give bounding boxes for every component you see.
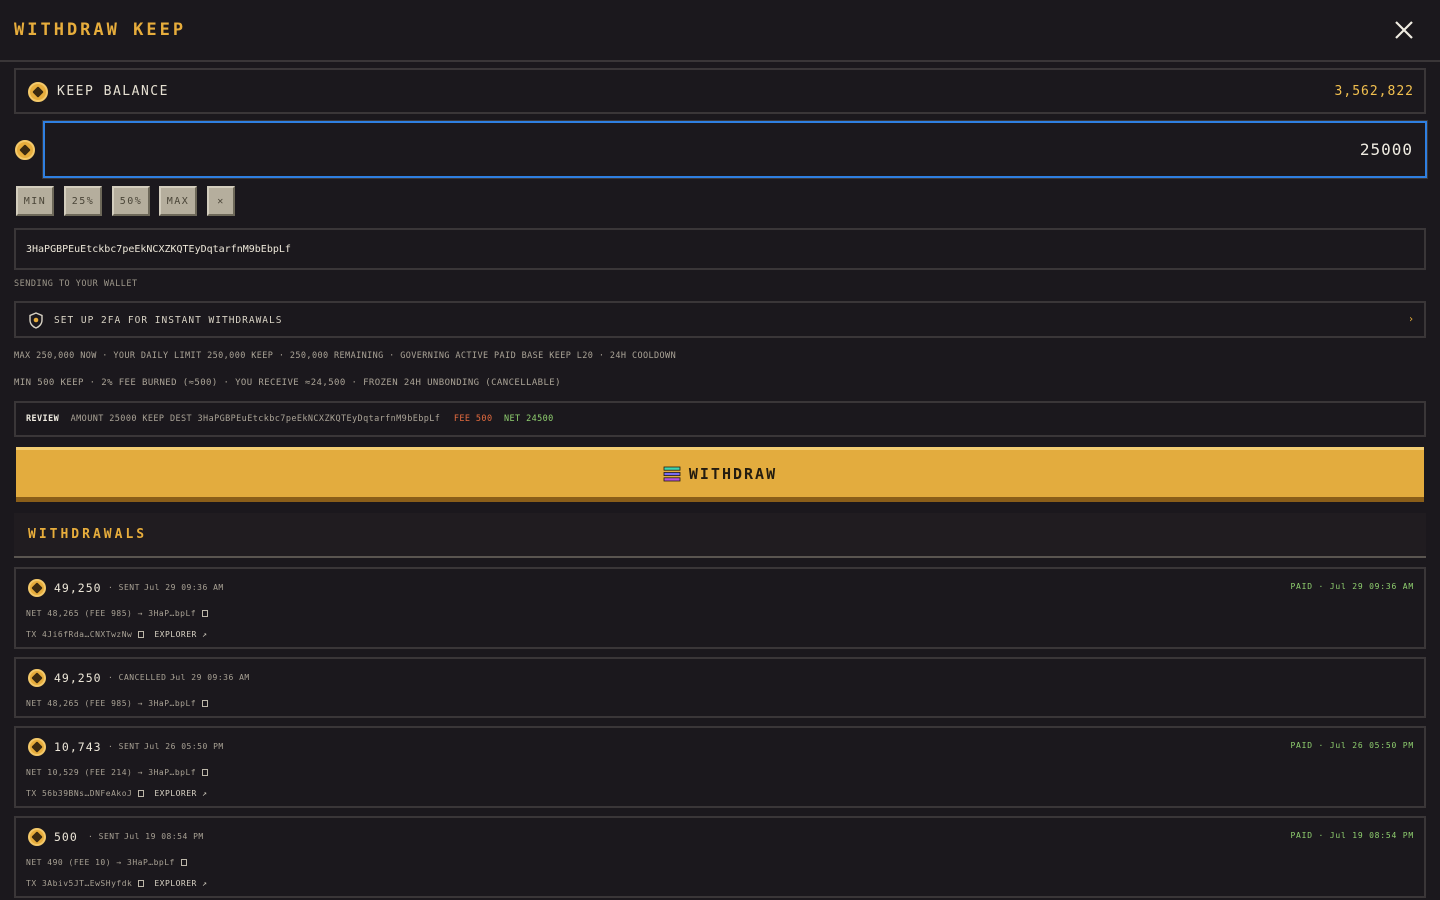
min-chip-button[interactable]: MIN [16,186,54,216]
copy-icon[interactable] [202,700,209,707]
withdrawals-header: WITHDRAWALS [14,513,1426,558]
withdrawal-net: NET 48,265 (FEE 985) → 3HaP…bpLf [26,699,197,708]
withdrawal-paid-status: PAID · Jul 29 09:36 AM [1290,582,1414,591]
withdrawal-card: 49,250 · SENT · Jul 29 09:36 AM PAID · J… [14,567,1426,649]
explorer-link[interactable]: EXPLORER ↗ [154,789,207,798]
fees-info: MIN 500 KEEP · 2% FEE BURNED (≈500) · YO… [14,378,561,388]
close-icon[interactable] [1390,16,1418,44]
review-label: REVIEW [26,414,60,424]
keep-coin-icon [28,579,46,597]
keep-coin-icon [28,82,48,102]
max-chip-button[interactable]: MAX [159,186,197,216]
amount-input[interactable] [42,120,1428,179]
withdrawal-tx-line: TX 3Abiv5JT…EwSHyfdk EXPLORER ↗ [26,879,208,888]
withdrawal-amount: 49,250 [54,581,102,595]
copy-icon[interactable] [202,610,209,617]
withdrawal-date: Jul 29 09:36 AM [144,583,224,592]
solana-icon [663,466,681,481]
copy-icon[interactable] [180,859,187,866]
setup-2fa-label: SET UP 2FA FOR INSTANT WITHDRAWALS [54,315,283,326]
copy-icon[interactable] [138,880,145,887]
50-percent-chip-button[interactable]: 50% [112,186,150,216]
withdrawal-amount: 10,743 [54,740,102,754]
withdrawal-net: NET 10,529 (FEE 214) → 3HaP…bpLf [26,768,197,777]
balance-value: 3,562,822 [1334,84,1414,99]
keep-coin-icon [28,669,46,687]
withdrawal-tx-line: TX 4Ji6fRda…CNXTwzNw EXPLORER ↗ [26,630,208,639]
explorer-link[interactable]: EXPLORER ↗ [154,879,207,888]
25-percent-chip-button[interactable]: 25% [64,186,102,216]
withdrawal-card: 49,250 · CANCELLED · Jul 29 09:36 AM NET… [14,657,1426,718]
balance-label: KEEP BALANCE [57,84,169,99]
withdrawal-date: Jul 29 09:36 AM [170,673,250,682]
modal-header: WITHDRAW KEEP [0,0,1440,62]
withdrawal-net-line: NET 48,265 (FEE 985) → 3HaP…bpLf [26,699,209,708]
destination-address-input[interactable] [14,228,1426,270]
copy-icon[interactable] [138,631,145,638]
sending-note: SENDING TO YOUR WALLET [14,279,138,289]
withdrawal-net: NET 48,265 (FEE 985) → 3HaP…bpLf [26,609,197,618]
withdrawals-title: WITHDRAWALS [28,527,148,542]
withdrawal-paid-status: PAID · Jul 26 05:50 PM [1290,741,1414,750]
withdrawal-tx: TX 4Ji6fRda…CNXTwzNw [26,630,133,639]
withdrawal-card: 500 · SENT · Jul 19 08:54 PM PAID · Jul … [14,816,1426,898]
copy-icon[interactable] [138,790,145,797]
review-detail: AMOUNT 25000 KEEP DEST 3HaPGBPEuEtckbc7p… [70,414,441,424]
withdrawal-tx-line: TX 56b39BNs…DNFeAkoJ EXPLORER ↗ [26,789,208,798]
setup-2fa-row[interactable]: SET UP 2FA FOR INSTANT WITHDRAWALS › [14,301,1426,338]
withdrawal-status: · CANCELLED · [108,673,178,682]
withdrawal-amount: 500 [54,830,78,844]
withdrawal-paid-status: PAID · Jul 19 08:54 PM [1290,831,1414,840]
keep-coin-icon [28,828,46,846]
withdrawal-tx: TX 3Abiv5JT…EwSHyfdk [26,879,133,888]
review-fee: FEE 500 [453,414,493,424]
shield-icon [29,312,43,329]
withdrawal-date: Jul 19 08:54 PM [124,832,204,841]
limits-info: MAX 250,000 NOW · YOUR DAILY LIMIT 250,0… [14,351,677,361]
withdrawal-net-line: NET 48,265 (FEE 985) → 3HaP…bpLf [26,609,209,618]
withdrawal-tx: TX 56b39BNs…DNFeAkoJ [26,789,133,798]
withdrawal-date: Jul 26 05:50 PM [144,742,224,751]
withdrawal-net-line: NET 490 (FEE 10) → 3HaP…bpLf [26,858,187,867]
withdrawal-net-line: NET 10,529 (FEE 214) → 3HaP…bpLf [26,768,209,777]
keep-coin-icon [28,738,46,756]
copy-icon[interactable] [202,769,209,776]
explorer-link[interactable]: EXPLORER ↗ [154,630,207,639]
modal-title: WITHDRAW KEEP [14,20,187,40]
review-net: NET 24500 [504,414,554,424]
balance-panel: KEEP BALANCE 3,562,822 [14,68,1426,114]
chevron-right-icon: › [1407,314,1414,325]
withdraw-label: WITHDRAW [688,464,778,483]
review-panel: REVIEW AMOUNT 25000 KEEP DEST 3HaPGBPEuE… [14,401,1426,437]
withdraw-button[interactable]: WITHDRAW [16,447,1424,502]
withdrawal-net: NET 490 (FEE 10) → 3HaP…bpLf [26,858,175,867]
keep-coin-icon [15,140,35,160]
withdrawal-card: 10,743 · SENT · Jul 26 05:50 PM PAID · J… [14,726,1426,808]
withdrawal-amount: 49,250 [54,671,102,685]
clear-chip-button[interactable]: ✕ [207,186,235,216]
